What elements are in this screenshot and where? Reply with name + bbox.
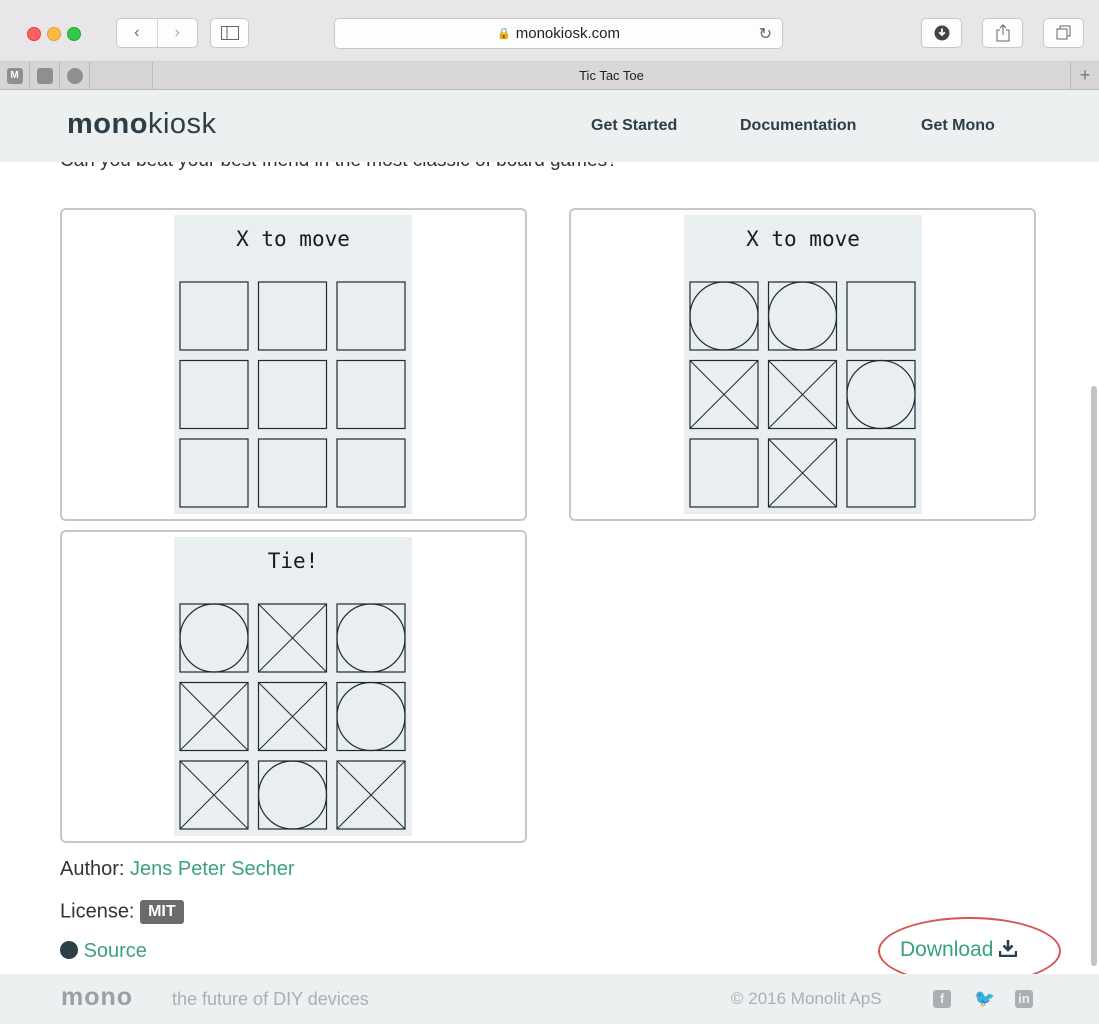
board-cell <box>846 281 916 351</box>
footer-copyright: © 2016 Monolit ApS <box>731 989 882 1009</box>
copyright-icon: © <box>731 989 744 1008</box>
game-board <box>179 603 406 830</box>
footer-tagline: the future of DIY devices <box>172 989 369 1009</box>
device-screen-2: X to move <box>684 215 922 514</box>
source-link[interactable]: Source <box>84 940 147 962</box>
linkedin-icon[interactable]: in <box>1015 990 1033 1008</box>
board-cell <box>257 438 328 508</box>
nav-documentation[interactable]: Documentation <box>740 117 856 135</box>
x-mark <box>768 360 837 429</box>
game-board <box>689 281 916 508</box>
logo-bold: mono <box>67 108 148 140</box>
screenshot-card-1: X to move <box>60 208 527 521</box>
o-mark <box>336 603 406 673</box>
pinned-tab-icon: M <box>6 67 23 84</box>
browser-toolbar: ‹ › 🔒 monokiosk.com ↻ <box>0 0 1099 62</box>
nav-get-mono[interactable]: Get Mono <box>921 117 995 135</box>
share-icon <box>996 24 1009 42</box>
url-text: monokiosk.com <box>515 25 620 42</box>
pinned-tab-2[interactable] <box>30 62 60 89</box>
address-bar[interactable]: 🔒 monokiosk.com ↻ <box>334 18 783 49</box>
author-label: Author: <box>60 858 125 880</box>
music-icon <box>66 67 83 84</box>
o-mark <box>767 281 838 351</box>
x-mark <box>179 760 249 830</box>
footer-logo: mono <box>61 983 134 1011</box>
twitter-icon[interactable]: 🐦 <box>974 990 995 1008</box>
board-cell <box>179 359 249 430</box>
site-header: monokiosk Get Started Documentation Get … <box>0 90 1099 162</box>
active-tab[interactable]: Tic Tac Toe <box>152 62 1070 89</box>
board-cell <box>179 438 249 508</box>
o-mark <box>336 681 406 752</box>
device-screen-1: X to move <box>174 215 412 514</box>
x-mark <box>336 760 406 830</box>
board-cell <box>846 438 916 508</box>
back-button[interactable]: ‹ <box>117 19 157 47</box>
license-label: License: <box>60 900 135 923</box>
x-mark <box>258 682 327 751</box>
pinned-tab-3[interactable] <box>60 62 90 89</box>
game-board <box>179 281 406 508</box>
facebook-icon[interactable]: f <box>933 990 951 1008</box>
scrollbar-thumb[interactable] <box>1091 386 1097 966</box>
o-mark <box>179 603 249 673</box>
board-cell <box>336 281 406 351</box>
download-circle-icon <box>934 25 949 41</box>
nav-get-started[interactable]: Get Started <box>591 117 677 135</box>
trello-icon <box>36 67 53 84</box>
sidebar-icon <box>220 26 239 40</box>
minimize-window-button[interactable] <box>47 27 61 41</box>
screenshot-card-2: X to move <box>569 208 1036 521</box>
o-mark <box>257 760 328 830</box>
board-cell <box>689 438 759 508</box>
tab-overview-button[interactable] <box>1043 18 1084 48</box>
x-mark <box>258 603 327 673</box>
x-mark <box>689 360 759 429</box>
board-cell <box>179 281 249 351</box>
share-button[interactable] <box>982 18 1023 48</box>
download-icon <box>999 940 1018 958</box>
o-mark <box>689 281 759 351</box>
scrollbar[interactable] <box>1089 90 1099 974</box>
board-cell <box>336 438 406 508</box>
download-label: Download <box>900 938 994 961</box>
o-mark <box>846 359 916 430</box>
license-line: License: MIT <box>60 900 184 924</box>
copyright-text: 2016 Monolit ApS <box>748 989 882 1008</box>
reload-icon[interactable]: ↻ <box>759 24 772 44</box>
downloads-button[interactable] <box>921 18 962 48</box>
board-cell <box>336 359 406 430</box>
source-line: Source <box>60 940 147 963</box>
forward-button[interactable]: › <box>156 19 198 47</box>
logo-light: kiosk <box>147 108 217 140</box>
site-logo[interactable]: monokiosk <box>67 108 217 141</box>
x-mark <box>768 438 837 508</box>
pinned-tab-1[interactable]: M <box>0 62 30 89</box>
close-window-button[interactable] <box>27 27 41 41</box>
tabs-icon <box>1056 25 1070 40</box>
download-link[interactable]: Download <box>900 938 1018 962</box>
tab-bar: M Tic Tac Toe + <box>0 62 1099 90</box>
sidebar-toggle-button[interactable] <box>210 18 249 48</box>
zoom-window-button[interactable] <box>67 27 81 41</box>
license-badge: MIT <box>140 900 184 924</box>
history-nav: ‹ › <box>116 18 198 48</box>
screenshot-card-3: Tie! <box>60 530 527 843</box>
device-screen-3: Tie! <box>174 537 412 836</box>
site-footer: mono the future of DIY devices © 2016 Mo… <box>0 974 1099 1024</box>
author-line: Author: Jens Peter Secher <box>60 858 295 881</box>
board-cell <box>257 359 328 430</box>
new-tab-button[interactable]: + <box>1070 62 1099 89</box>
author-link[interactable]: Jens Peter Secher <box>130 858 295 880</box>
globe-icon <box>60 941 78 959</box>
x-mark <box>179 682 249 751</box>
board-cell <box>257 281 328 351</box>
lock-icon: 🔒 <box>497 28 511 40</box>
